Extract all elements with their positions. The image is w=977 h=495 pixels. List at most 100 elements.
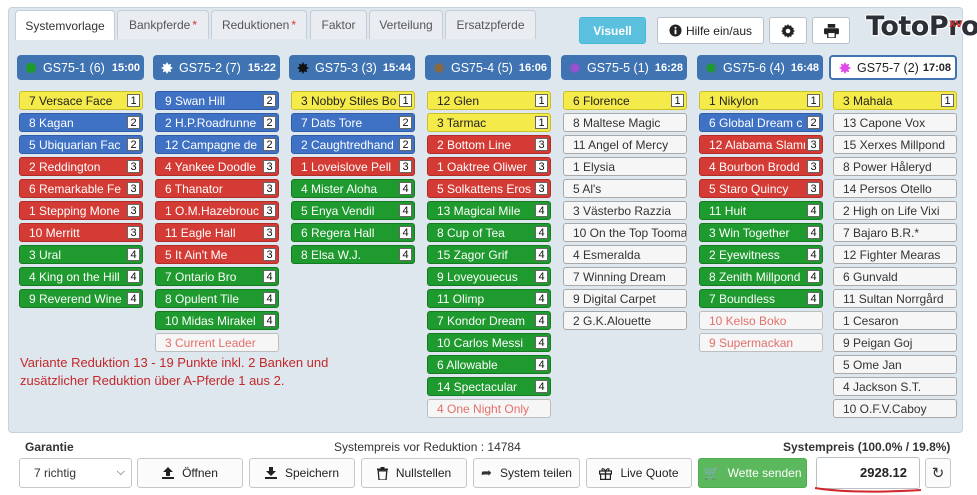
horse-item[interactable]: 11 Huit 4: [699, 201, 823, 220]
horse-item[interactable]: 5 Ubiquarian Fac 2: [19, 135, 143, 154]
horse-item[interactable]: 4 Esmeralda: [563, 245, 687, 264]
horse-item[interactable]: 15 Zagor Grif 4: [427, 245, 551, 264]
horse-item[interactable]: 7 Dats Tore 2: [291, 113, 415, 132]
horse-item[interactable]: 1 Stepping Mone 3: [19, 201, 143, 220]
horse-item[interactable]: 8 Elsa W.J. 4: [291, 245, 415, 264]
reset-button[interactable]: Nullstellen: [361, 458, 467, 488]
horse-item[interactable]: 3 Tarmac 1: [427, 113, 551, 132]
horse-item[interactable]: 10 O.F.V.Caboy: [833, 399, 957, 418]
horse-item[interactable]: 5 Enya Vendil 4: [291, 201, 415, 220]
horse-item[interactable]: 11 Eagle Hall 3: [155, 223, 279, 242]
horse-item[interactable]: 6 Gunvald: [833, 267, 957, 286]
horse-item[interactable]: 10 On the Top Tooma: [563, 223, 687, 242]
horse-item[interactable]: 6 Florence 1: [563, 91, 687, 110]
horse-item[interactable]: 9 Digital Carpet: [563, 289, 687, 308]
horse-item[interactable]: 10 Kelso Boko: [699, 311, 823, 330]
open-button[interactable]: Öffnen: [137, 458, 243, 488]
horse-item[interactable]: 15 Xerxes Millpond: [833, 135, 957, 154]
horse-item[interactable]: 7 Ontario Bro 4: [155, 267, 279, 286]
horse-item[interactable]: 10 Carlos Messi 4: [427, 333, 551, 352]
horse-item[interactable]: 2 High on Life Vixi: [833, 201, 957, 220]
horse-item[interactable]: 4 Yankee Doodle 3: [155, 157, 279, 176]
horse-item[interactable]: 3 Current Leader: [155, 333, 279, 352]
race-header-4[interactable]: GS75-4 (5) 16:06: [425, 55, 551, 80]
tab-systemvorlage[interactable]: Systemvorlage: [15, 10, 115, 40]
horse-item[interactable]: 4 One Night Only: [427, 399, 551, 418]
horse-item[interactable]: 1 Cesaron: [833, 311, 957, 330]
horse-item[interactable]: 8 Maltese Magic: [563, 113, 687, 132]
horse-item[interactable]: 1 Nikylon 1: [699, 91, 823, 110]
horse-item[interactable]: 2 Caughtredhand 2: [291, 135, 415, 154]
tab-faktor[interactable]: Faktor: [310, 10, 367, 39]
race-header-5[interactable]: GS75-5 (1) 16:28: [561, 55, 687, 80]
horse-item[interactable]: 4 Jackson S.T.: [833, 377, 957, 396]
horse-item[interactable]: 9 Peigan Goj: [833, 333, 957, 352]
send-bet-button[interactable]: 🛒 Wette senden: [698, 458, 807, 488]
horse-item[interactable]: 1 O.M.Hazebrouc 3: [155, 201, 279, 220]
horse-item[interactable]: 3 Ural 4: [19, 245, 143, 264]
tab-reduktionen[interactable]: Reduktionen *: [211, 10, 307, 39]
help-toggle-button[interactable]: Hilfe ein/aus: [657, 17, 764, 44]
horse-item[interactable]: 6 Regera Hall 4: [291, 223, 415, 242]
horse-item[interactable]: 12 Glen 1: [427, 91, 551, 110]
horse-item[interactable]: 2 Eyewitness 4: [699, 245, 823, 264]
horse-item[interactable]: 9 Loveyouecus 4: [427, 267, 551, 286]
horse-item[interactable]: 5 Staro Quincy 3: [699, 179, 823, 198]
horse-item[interactable]: 14 Persos Otello: [833, 179, 957, 198]
horse-item[interactable]: 11 Angel of Mercy: [563, 135, 687, 154]
horse-item[interactable]: 7 Winning Dream: [563, 267, 687, 286]
horse-item[interactable]: 8 Zenith Millpond 4: [699, 267, 823, 286]
horse-item[interactable]: 7 Bajaro B.R.*: [833, 223, 957, 242]
tab-ersatzpferde[interactable]: Ersatzpferde: [445, 10, 536, 39]
horse-item[interactable]: 8 Opulent Tile 4: [155, 289, 279, 308]
tab-verteilung[interactable]: Verteilung: [369, 10, 443, 39]
horse-item[interactable]: 7 Versace Face 1: [19, 91, 143, 110]
horse-item[interactable]: 3 Mahala 1: [833, 91, 957, 110]
horse-item[interactable]: 1 Loveislove Pell 3: [291, 157, 415, 176]
horse-item[interactable]: 11 Sultan Norrgård: [833, 289, 957, 308]
horse-item[interactable]: 11 Olimp 4: [427, 289, 551, 308]
horse-item[interactable]: 7 Boundless 4: [699, 289, 823, 308]
horse-item[interactable]: 9 Supermackan: [699, 333, 823, 352]
horse-item[interactable]: 13 Magical Mile 4: [427, 201, 551, 220]
horse-item[interactable]: 8 Kagan 2: [19, 113, 143, 132]
share-system-button[interactable]: ➦ System teilen: [473, 458, 580, 488]
horse-item[interactable]: 13 Capone Vox: [833, 113, 957, 132]
race-header-3[interactable]: GS75-3 (3) 15:44: [289, 55, 415, 80]
horse-item[interactable]: 4 King on the Hill 4: [19, 267, 143, 286]
save-button[interactable]: Speichern: [249, 458, 355, 488]
horse-item[interactable]: 5 Ome Jan: [833, 355, 957, 374]
race-header-7[interactable]: GS75-7 (2) 17:08: [829, 55, 957, 80]
horse-item[interactable]: 1 Oaktree Oliwer 3: [427, 157, 551, 176]
race-header-2[interactable]: GS75-2 (7) 15:22: [153, 55, 280, 80]
horse-item[interactable]: 5 It Ain't Me 3: [155, 245, 279, 264]
horse-item[interactable]: 2 H.P.Roadrunne 2: [155, 113, 279, 132]
horse-item[interactable]: 6 Thanator 3: [155, 179, 279, 198]
horse-item[interactable]: 12 Campagne de l2: [155, 135, 279, 154]
horse-item[interactable]: 12 Alabama Slamm 3: [699, 135, 823, 154]
refresh-button[interactable]: ↻: [925, 458, 951, 488]
settings-button[interactable]: [769, 17, 807, 44]
horse-item[interactable]: 6 Remarkable Fe 3: [19, 179, 143, 198]
horse-item[interactable]: 1 Elysia: [563, 157, 687, 176]
horse-item[interactable]: 9 Swan Hill 2: [155, 91, 279, 110]
visual-toggle-button[interactable]: Visuell: [579, 17, 646, 44]
horse-item[interactable]: 9 Reverend Wine 4: [19, 289, 143, 308]
live-quote-button[interactable]: Live Quote: [586, 458, 692, 488]
horse-item[interactable]: 8 Cup of Tea 4: [427, 223, 551, 242]
race-header-1[interactable]: GS75-1 (6) 15:00: [17, 55, 144, 80]
horse-item[interactable]: 2 G.K.Alouette: [563, 311, 687, 330]
horse-item[interactable]: 8 Power Håleryd: [833, 157, 957, 176]
tab-bankpferde[interactable]: Bankpferde *: [117, 10, 209, 39]
horse-item[interactable]: 2 Reddington 3: [19, 157, 143, 176]
race-header-6[interactable]: GS75-6 (4) 16:48: [697, 55, 823, 80]
horse-item[interactable]: 3 Nobby Stiles Bo 1: [291, 91, 415, 110]
horse-item[interactable]: 5 Solkattens Eros 3: [427, 179, 551, 198]
horse-item[interactable]: 10 Merritt 3: [19, 223, 143, 242]
horse-item[interactable]: 7 Kondor Dream 4: [427, 311, 551, 330]
horse-item[interactable]: 12 Fighter Mearas: [833, 245, 957, 264]
horse-item[interactable]: 4 Mister Aloha 4: [291, 179, 415, 198]
horse-item[interactable]: 6 Allowable 4: [427, 355, 551, 374]
horse-item[interactable]: 3 Västerbo Razzia: [563, 201, 687, 220]
print-button[interactable]: [812, 17, 850, 44]
